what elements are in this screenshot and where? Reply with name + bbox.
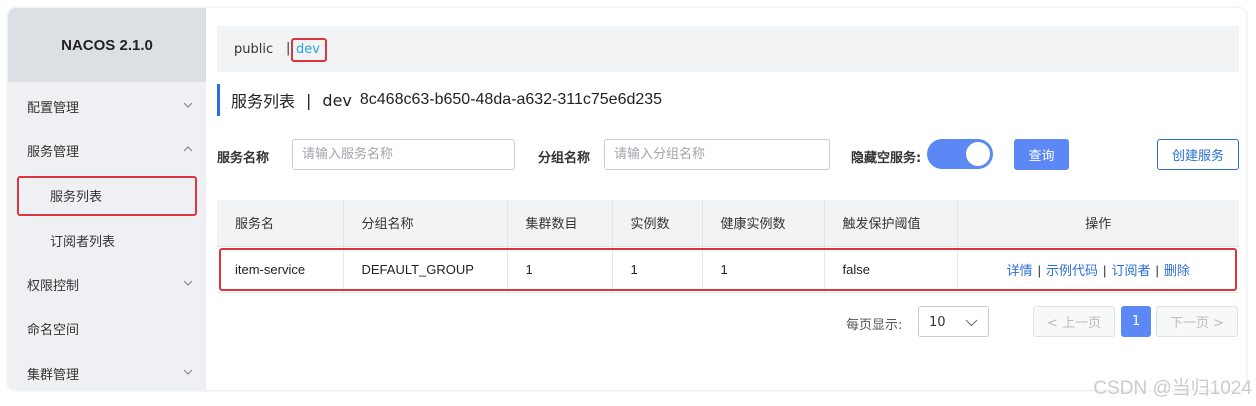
service-name-label: 服务名称 bbox=[217, 151, 270, 166]
column-header-threshold: 触发保护阈值 bbox=[824, 200, 958, 247]
main-content: public | dev 服务列表 | dev 8c468c63-b650-48… bbox=[206, 8, 1246, 390]
page-namespace-id: 8c468c63-b650-48da-a632-311c75e6d235 bbox=[359, 91, 663, 108]
chevron-down-icon bbox=[183, 280, 193, 286]
prev-page-button[interactable]: < 上一页 bbox=[1033, 306, 1115, 337]
per-page-label: 每页显示: bbox=[846, 318, 903, 333]
sidebar-item-namespace[interactable]: 命名空间 bbox=[8, 306, 206, 350]
highlight-box-service-list bbox=[17, 176, 197, 216]
sidebar-item-cluster[interactable]: 集群管理 bbox=[8, 351, 206, 390]
hide-empty-toggle[interactable] bbox=[927, 139, 993, 169]
sidebar-item-label: 集群管理 bbox=[27, 367, 80, 383]
column-header-healthy: 健康实例数 bbox=[702, 200, 825, 247]
column-header-clusters: 集群数目 bbox=[507, 200, 613, 247]
app-window: NACOS 2.1.0 配置管理 服务管理 服务列表 订阅者列表 权限控制 命名… bbox=[8, 8, 1246, 390]
per-page-select[interactable]: 10 bbox=[918, 306, 989, 337]
highlight-box-table-row bbox=[219, 248, 1237, 291]
group-name-input[interactable] bbox=[604, 139, 830, 170]
page-title: 服务列表 | dev 8c468c63-b650-48da-a632-311c7… bbox=[217, 84, 662, 116]
page-1-button[interactable]: 1 bbox=[1121, 306, 1151, 337]
column-header-instances: 实例数 bbox=[612, 200, 703, 247]
table-header-row: 服务名 分组名称 集群数目 实例数 健康实例数 触发保护阈值 操作 bbox=[217, 200, 1239, 247]
hide-empty-label: 隐藏空服务: bbox=[851, 151, 922, 166]
page-namespace-name: dev bbox=[322, 90, 352, 110]
sidebar: NACOS 2.1.0 配置管理 服务管理 服务列表 订阅者列表 权限控制 命名… bbox=[8, 8, 206, 390]
per-page-value: 10 bbox=[929, 315, 946, 330]
service-name-input[interactable] bbox=[292, 139, 515, 170]
sidebar-item-label: 订阅者列表 bbox=[50, 234, 116, 250]
sidebar-item-config[interactable]: 配置管理 bbox=[8, 84, 206, 128]
query-button[interactable]: 查询 bbox=[1014, 139, 1069, 170]
namespace-separator: | bbox=[286, 41, 291, 56]
app-logo: NACOS 2.1.0 bbox=[8, 8, 206, 82]
highlight-box-namespace-dev bbox=[291, 38, 327, 62]
sidebar-item-label: 配置管理 bbox=[27, 100, 80, 116]
sidebar-item-subscriber-list[interactable]: 订阅者列表 bbox=[8, 218, 206, 262]
group-name-label: 分组名称 bbox=[538, 151, 591, 166]
namespace-bar: public | dev bbox=[217, 26, 1239, 72]
column-header-service: 服务名 bbox=[217, 200, 344, 247]
page-title-separator: | bbox=[306, 90, 312, 110]
sidebar-item-label: 服务管理 bbox=[27, 144, 80, 160]
column-header-group: 分组名称 bbox=[343, 200, 508, 247]
chevron-down-icon bbox=[183, 369, 193, 375]
chevron-down-icon bbox=[965, 319, 978, 327]
page-title-text: 服务列表 bbox=[231, 92, 296, 111]
watermark: CSDN @当归1024 bbox=[1093, 378, 1252, 399]
next-page-button[interactable]: 下一页 > bbox=[1156, 306, 1238, 337]
namespace-public[interactable]: public bbox=[234, 42, 273, 57]
sidebar-item-auth[interactable]: 权限控制 bbox=[8, 262, 206, 306]
sidebar-item-service-mgmt[interactable]: 服务管理 bbox=[8, 128, 206, 172]
sidebar-item-label: 命名空间 bbox=[27, 322, 80, 338]
create-service-button[interactable]: 创建服务 bbox=[1157, 139, 1239, 170]
toggle-knob bbox=[966, 142, 990, 166]
chevron-up-icon bbox=[183, 146, 193, 152]
column-header-ops: 操作 bbox=[957, 200, 1239, 247]
sidebar-item-label: 权限控制 bbox=[27, 278, 80, 294]
chevron-down-icon bbox=[183, 102, 193, 108]
